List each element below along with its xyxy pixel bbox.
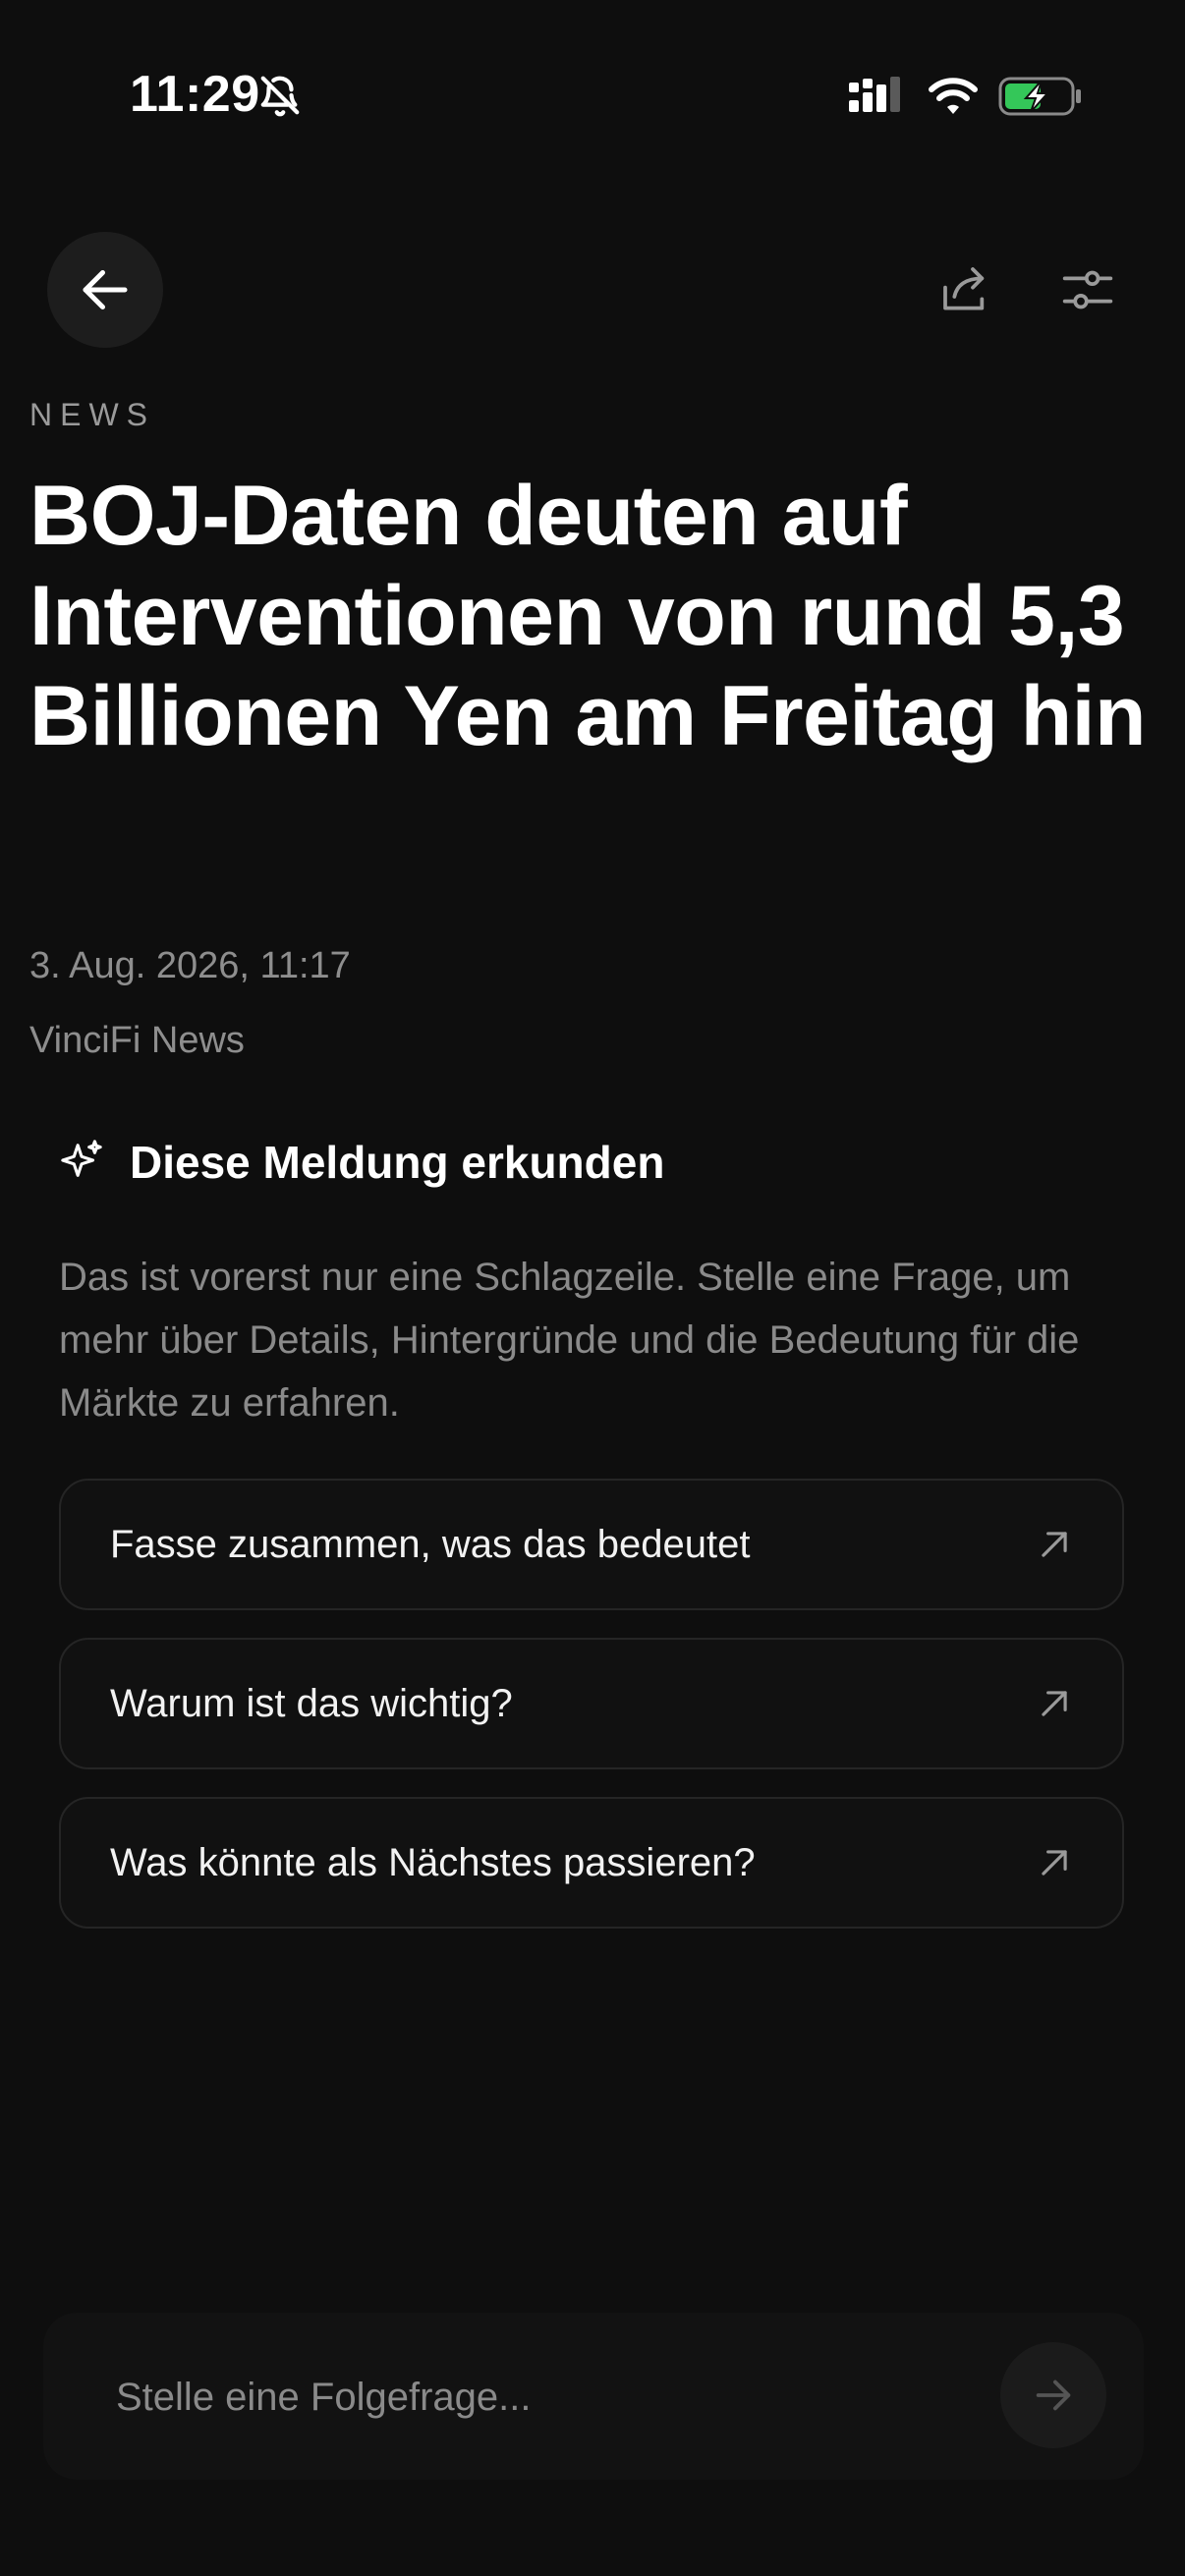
sliders-icon bbox=[1062, 270, 1113, 309]
suggestion-why-important[interactable]: Warum ist das wichtig? bbox=[59, 1638, 1124, 1769]
share-button[interactable] bbox=[933, 257, 998, 322]
arrow-up-right-icon bbox=[1042, 1850, 1067, 1876]
battery-charging-icon bbox=[998, 77, 1081, 116]
follow-up-input[interactable] bbox=[114, 2313, 963, 2482]
arrow-right-icon bbox=[1036, 2380, 1071, 2411]
back-button[interactable] bbox=[47, 232, 163, 348]
sparkle-icon bbox=[61, 1140, 102, 1177]
filter-button[interactable] bbox=[1055, 257, 1120, 322]
arrow-up-right-icon bbox=[1042, 1691, 1067, 1716]
bell-slash-icon bbox=[260, 76, 300, 117]
suggestion-label: Fasse zusammen, was das bedeutet bbox=[110, 1523, 751, 1566]
suggestion-label: Was könnte als Nächstes passieren? bbox=[110, 1841, 756, 1884]
suggestion-what-next[interactable]: Was könnte als Nächstes passieren? bbox=[59, 1797, 1124, 1929]
headline: BOJ-Daten deuten auf Interventionen von … bbox=[29, 469, 1147, 763]
article-date: 3. Aug. 2026, 11:17 bbox=[29, 945, 351, 986]
suggestion-label: Warum ist das wichtig? bbox=[110, 1682, 513, 1725]
explore-title: Diese Meldung erkunden bbox=[130, 1137, 665, 1188]
follow-up-bar bbox=[43, 2313, 1144, 2482]
status-time: 11:29 bbox=[130, 66, 260, 123]
section-label: NEWS bbox=[29, 397, 155, 432]
share-icon bbox=[943, 267, 985, 310]
article-source: VinciFi News bbox=[29, 1020, 245, 1061]
explore-description: Das ist vorerst nur eine Schlagzeile. St… bbox=[59, 1256, 1080, 1425]
signal-icon bbox=[849, 77, 900, 112]
wifi-icon bbox=[929, 78, 978, 114]
send-button[interactable] bbox=[1000, 2342, 1106, 2448]
suggestion-summarize[interactable]: Fasse zusammen, was das bedeutet bbox=[59, 1479, 1124, 1610]
arrow-up-right-icon bbox=[1042, 1532, 1067, 1557]
arrow-left-icon bbox=[83, 270, 128, 309]
